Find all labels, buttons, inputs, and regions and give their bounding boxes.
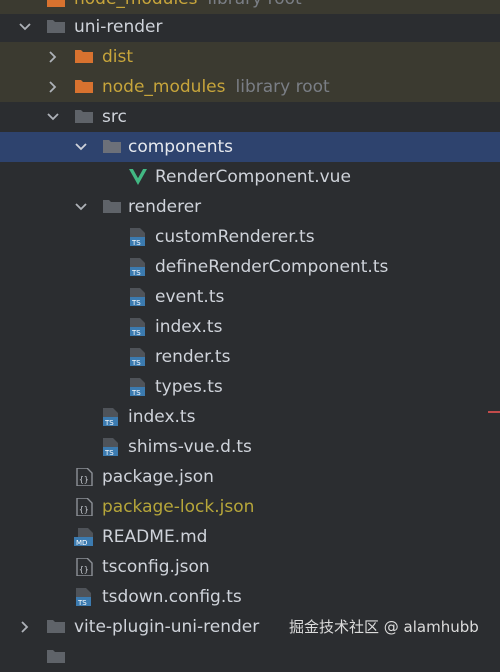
folder-icon (46, 18, 66, 36)
tree-row-render-ts[interactable]: TS render.ts (0, 342, 500, 372)
svg-text:TS: TS (104, 419, 114, 426)
tree-row-label: package.json (102, 467, 214, 487)
tree-row-custom-renderer-ts[interactable]: TS customRenderer.ts (0, 222, 500, 252)
tree-row-package-lock-json[interactable]: {} package-lock.json (0, 492, 500, 522)
folder-icon (46, 618, 66, 636)
tree-row-label: RenderComponent.vue (155, 167, 351, 187)
library-root-hint: library root (208, 0, 302, 9)
tree-row-label: tsdown.config.ts (102, 587, 242, 607)
tree-row-src[interactable]: src (0, 102, 500, 132)
chevron-right-icon[interactable] (46, 72, 60, 102)
chevron-down-icon[interactable] (74, 192, 88, 222)
svg-text:TS: TS (131, 359, 141, 366)
typescript-file-icon: TS (101, 438, 121, 457)
tree-row-label: package-lock.json (102, 497, 255, 517)
json-file-icon: {} (74, 557, 94, 577)
tree-row-label: render.ts (155, 347, 231, 367)
tree-row-label: dist (102, 47, 134, 67)
svg-text:{}: {} (79, 475, 89, 484)
chevron-right-icon[interactable] (18, 612, 32, 642)
typescript-file-icon: TS (128, 228, 148, 247)
watermark-text: 掘金技术社区 @ alamhubb (289, 618, 479, 636)
svg-text:{}: {} (79, 565, 89, 574)
typescript-file-icon: TS (74, 588, 94, 607)
folder-icon (46, 648, 66, 666)
tree-row-label: src (102, 107, 127, 127)
json-file-icon: {} (74, 497, 94, 517)
vue-file-icon (128, 168, 148, 186)
svg-text:{}: {} (79, 505, 89, 514)
tree-row-label: uni-render (74, 17, 163, 37)
tree-row-src-index-ts[interactable]: TS index.ts (0, 402, 500, 432)
typescript-file-icon: TS (128, 258, 148, 277)
svg-text:TS: TS (77, 599, 87, 606)
tree-row-shims-vue-d-ts[interactable]: TS shims-vue.d.ts (0, 432, 500, 462)
folder-icon (102, 198, 122, 216)
tree-row-readme-md[interactable]: MD README.md (0, 522, 500, 552)
tree-row-dist[interactable]: dist (0, 42, 500, 72)
tree-row-event-ts[interactable]: TS event.ts (0, 282, 500, 312)
tree-row-label: types.ts (155, 377, 223, 397)
typescript-file-icon: TS (128, 288, 148, 307)
folder-icon (74, 78, 94, 96)
tree-row-tsdown-config-ts[interactable]: TS tsdown.config.ts (0, 582, 500, 612)
folder-icon (46, 0, 66, 10)
project-tree: node_moduleslibrary root uni-render dist… (0, 0, 500, 663)
tree-row-label: index.ts (155, 317, 223, 337)
tree-row-label: node_modules (74, 0, 198, 9)
chevron-right-icon[interactable] (46, 42, 60, 72)
typescript-file-icon: TS (128, 318, 148, 337)
typescript-file-icon: TS (128, 378, 148, 397)
folder-icon (74, 108, 94, 126)
folder-icon (102, 138, 122, 156)
tree-row-tsconfig-json[interactable]: {} tsconfig.json (0, 552, 500, 582)
svg-text:TS: TS (131, 329, 141, 336)
chevron-down-icon[interactable] (18, 12, 32, 42)
json-file-icon: {} (74, 467, 94, 487)
chevron-down-icon[interactable] (46, 102, 60, 132)
svg-text:MD: MD (76, 539, 87, 546)
svg-text:TS: TS (131, 299, 141, 306)
tree-row-components[interactable]: components (0, 132, 500, 162)
tree-row-label: vite-plugin-uni-render (74, 617, 260, 637)
typescript-file-icon: TS (101, 408, 121, 427)
markdown-file-icon: MD (74, 528, 94, 547)
tree-row-label: defineRenderComponent.ts (155, 257, 389, 277)
tree-row-label: renderer (128, 197, 202, 217)
tree-row-label: node_modules (102, 77, 226, 97)
library-root-hint: library root (235, 77, 330, 97)
tree-row-label: components (128, 137, 234, 157)
error-stripe-marker (488, 411, 500, 413)
typescript-file-icon: TS (128, 348, 148, 367)
tree-row-node-modules[interactable]: node_modules library root (0, 72, 500, 102)
tree-row-render-component-vue[interactable]: RenderComponent.vue (0, 162, 500, 192)
tree-row-index-ts[interactable]: TS index.ts (0, 312, 500, 342)
tree-row-label: tsconfig.json (102, 557, 210, 577)
tree-row-label: event.ts (155, 287, 225, 307)
svg-text:TS: TS (131, 269, 141, 276)
tree-row-define-render-component-ts[interactable]: TS defineRenderComponent.ts (0, 252, 500, 282)
svg-text:TS: TS (131, 389, 141, 396)
tree-row-package-json[interactable]: {} package.json (0, 462, 500, 492)
tree-row-label: index.ts (128, 407, 196, 427)
tree-row-types-ts[interactable]: TS types.ts (0, 372, 500, 402)
folder-icon (74, 48, 94, 66)
svg-text:TS: TS (104, 449, 114, 456)
svg-text:TS: TS (131, 239, 141, 246)
tree-row-label: customRenderer.ts (155, 227, 315, 247)
tree-row-renderer[interactable]: renderer (0, 192, 500, 222)
chevron-down-icon[interactable] (74, 132, 88, 162)
tree-row-label: shims-vue.d.ts (128, 437, 252, 457)
tree-row-uni-render[interactable]: uni-render (0, 12, 500, 42)
tree-row-bottom-partial[interactable] (0, 642, 500, 672)
tree-row-label: README.md (102, 527, 208, 547)
